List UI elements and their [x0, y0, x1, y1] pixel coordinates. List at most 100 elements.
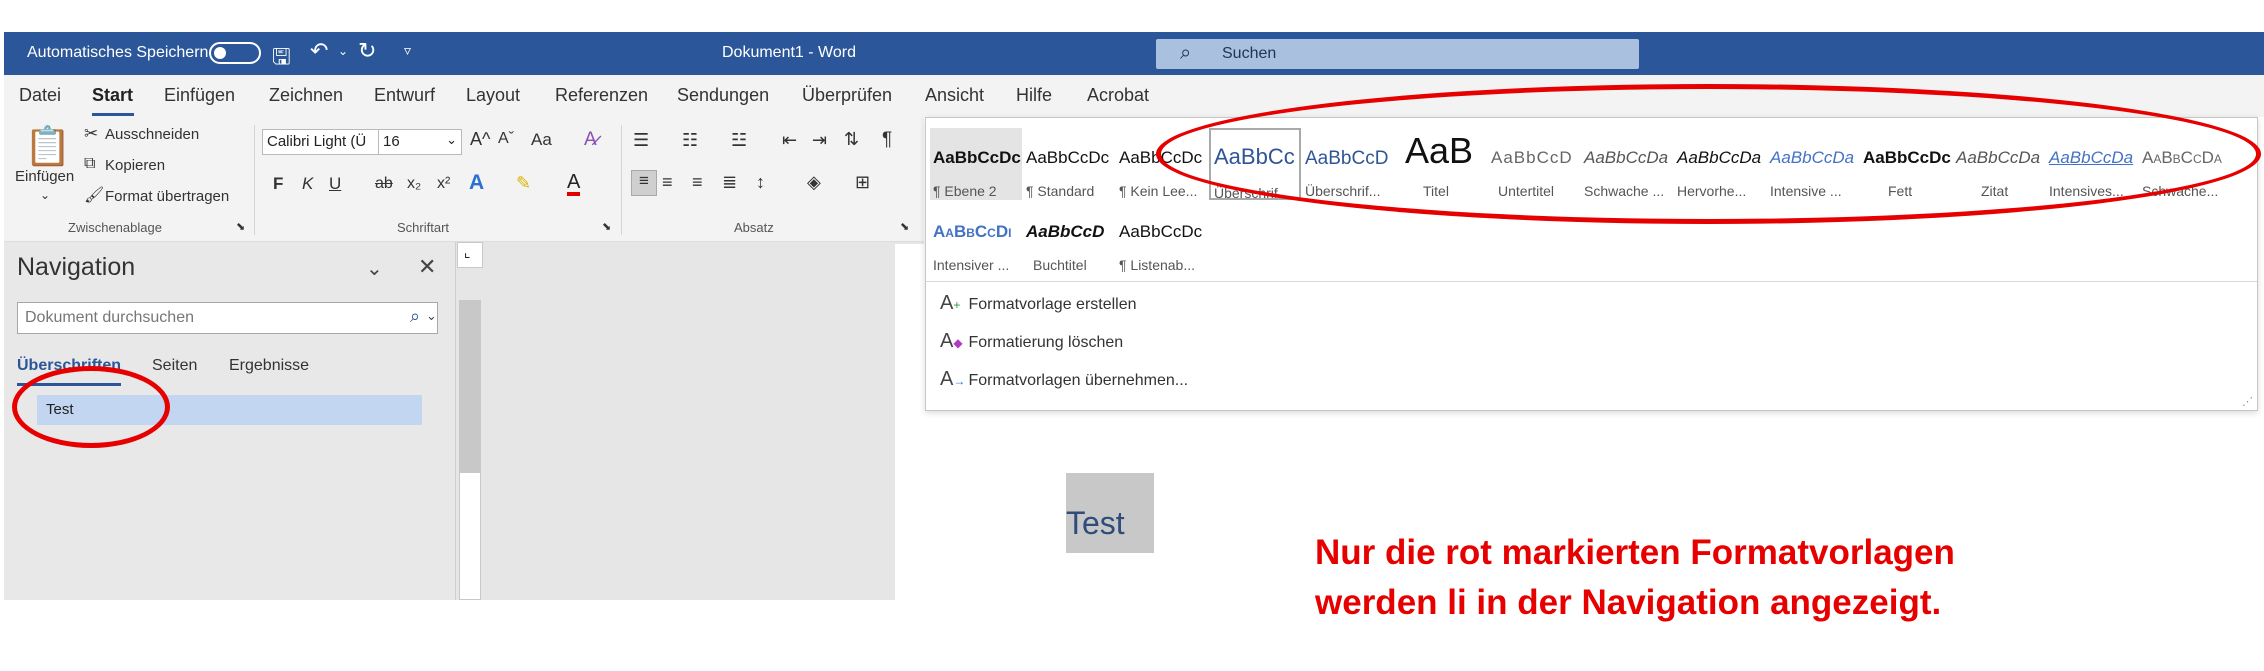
strikethrough-button[interactable]: ab [375, 175, 393, 193]
tab-start[interactable]: Start [92, 85, 133, 106]
navigation-title: Navigation [17, 253, 136, 281]
undo-icon[interactable]: ↶ [310, 38, 328, 64]
align-left-icon[interactable]: ≡ [631, 170, 657, 196]
style-name: ¶ Ebene 2 [933, 183, 997, 199]
highlight-button[interactable]: ✎ [516, 173, 531, 194]
active-tab-indicator [92, 113, 134, 116]
paragraph-group-label: Absatz [734, 220, 774, 235]
shrink-font-button[interactable]: Aˇ [498, 130, 514, 148]
annotation-oval-navigation [12, 366, 170, 448]
search-icon: ⌕ [1180, 42, 1192, 64]
numbering-icon[interactable]: ☷ [682, 130, 698, 151]
apply-styles-command[interactable]: A→ Formatvorlagen übernehmen... [940, 368, 1188, 391]
align-center-icon[interactable]: ≡ [662, 172, 673, 193]
tab-referenzen[interactable]: Referenzen [555, 85, 648, 106]
tab-sendungen[interactable]: Sendungen [677, 85, 769, 106]
change-case-button[interactable]: Aa [531, 130, 552, 150]
borders-icon[interactable]: ⊞ [855, 172, 870, 193]
navigation-search-input[interactable]: Dokument durchsuchen ⌕ ⌄ [17, 302, 438, 334]
annotation-oval-styles [1156, 84, 2261, 224]
style-name: ¶ Standard [1026, 183, 1095, 199]
scissors-icon[interactable]: ✂ [84, 124, 98, 144]
paragraph-launcher-icon[interactable]: ⬊ [900, 220, 909, 233]
format-painter-icon[interactable]: 🖌 [84, 185, 104, 205]
decrease-indent-icon[interactable]: ⇤ [782, 130, 797, 151]
document-heading-text: Test [1066, 505, 1125, 541]
font-name-value: Calibri Light (Ü [267, 133, 367, 150]
autosave-toggle[interactable] [209, 42, 261, 64]
subscript-button[interactable]: x₂ [407, 175, 421, 193]
tab-selector[interactable]: ⌞ [457, 242, 483, 268]
paste-button[interactable]: Einfügen [15, 168, 74, 185]
font-group-label: Schriftart [397, 220, 450, 235]
text-effects-button[interactable]: A [469, 171, 484, 195]
clear-formatting-label: Formatierung löschen [968, 334, 1124, 351]
close-icon[interactable]: ✕ [418, 254, 436, 280]
bold-button[interactable]: F [273, 174, 283, 194]
document-heading[interactable]: Test [1066, 473, 1154, 553]
align-right-icon[interactable]: ≡ [692, 172, 703, 193]
save-icon[interactable]: 🖫 [272, 40, 291, 78]
sort-icon[interactable]: ⇅ [844, 129, 859, 150]
title-bar: Automatisches Speichern 🖫 ↶ ⌄ ↻ ▿ Dokume… [4, 32, 2264, 75]
nav-tab-results[interactable]: Ergebnisse [229, 357, 309, 375]
copy-icon[interactable]: ⧉ [84, 155, 95, 173]
style-buchtitel[interactable]: AaBbCcD Buchtitel [1023, 202, 1115, 274]
clipboard-icon[interactable]: 📋 [24, 125, 71, 169]
tab-entwurf[interactable]: Entwurf [374, 85, 435, 106]
cut-button[interactable]: Ausschneiden [105, 126, 199, 143]
style-name: Intensiver ... [933, 257, 1010, 273]
search-box[interactable]: ⌕ Suchen [1156, 39, 1639, 69]
copy-button[interactable]: Kopieren [105, 157, 165, 174]
create-style-command[interactable]: A+ Formatvorlage erstellen [940, 292, 1137, 315]
tab-ansicht[interactable]: Ansicht [925, 85, 984, 106]
chevron-down-icon[interactable]: ⌄ [426, 308, 437, 324]
clear-formatting-command[interactable]: A◆ Formatierung löschen [940, 330, 1123, 353]
clear-formatting-icon[interactable]: A̷ [584, 129, 597, 151]
undo-dropdown-icon[interactable]: ⌄ [338, 44, 348, 58]
bullets-icon[interactable]: ☰ [633, 130, 649, 151]
underline-button[interactable]: U [329, 174, 341, 194]
gallery-divider [926, 281, 2257, 282]
paste-dropdown-icon[interactable]: ⌄ [40, 188, 50, 202]
tab-hilfe[interactable]: Hilfe [1016, 85, 1052, 106]
annotation-line-1: Nur die rot markierten Formatvorlagen [1315, 533, 1955, 572]
tab-layout[interactable]: Layout [466, 85, 520, 106]
search-icon[interactable]: ⌕ [410, 306, 420, 327]
vertical-ruler[interactable] [459, 300, 481, 600]
customize-toolbar-icon[interactable]: ▿ [404, 42, 411, 59]
line-spacing-icon[interactable]: ↕ [756, 172, 765, 193]
show-formatting-button[interactable]: ¶ [882, 129, 892, 151]
style-ebene-2[interactable]: AaBbCcDc ¶ Ebene 2 [930, 128, 1022, 200]
clipboard-launcher-icon[interactable]: ⬊ [236, 220, 245, 233]
shading-icon[interactable]: ◈ [807, 172, 821, 193]
tab-acrobat[interactable]: Acrobat [1087, 85, 1149, 106]
font-name-select[interactable]: Calibri Light (Ü [262, 129, 380, 155]
increase-indent-icon[interactable]: ⇥ [812, 130, 827, 151]
style-preview: AaBbCcDc [1026, 148, 1110, 167]
font-size-select[interactable]: 16 ⌄ [378, 129, 462, 155]
ribbon: 📋 Einfügen ⌄ ✂ Ausschneiden ⧉ Kopieren 🖌… [4, 117, 924, 242]
font-launcher-icon[interactable]: ⬊ [602, 220, 611, 233]
create-style-label: Formatvorlage erstellen [968, 296, 1137, 313]
redo-icon[interactable]: ↻ [358, 38, 376, 64]
resize-grip-icon[interactable]: ⋰ [2242, 395, 2253, 408]
tab-einfuegen[interactable]: Einfügen [164, 85, 235, 106]
format-painter-button[interactable]: Format übertragen [105, 188, 229, 205]
tab-zeichnen[interactable]: Zeichnen [269, 85, 343, 106]
group-separator [621, 125, 622, 235]
multilevel-list-icon[interactable]: ☳ [731, 130, 747, 151]
chevron-down-icon[interactable]: ⌄ [366, 256, 383, 281]
italic-button[interactable]: K [302, 174, 313, 194]
grow-font-button[interactable]: A^ [470, 129, 490, 150]
font-color-button[interactable]: A [567, 172, 581, 196]
tab-ueberpruefen[interactable]: Überprüfen [802, 85, 892, 106]
superscript-button[interactable]: x² [437, 175, 450, 193]
style-standard[interactable]: AaBbCcDc ¶ Standard [1023, 128, 1115, 200]
style-listenabsatz[interactable]: AaBbCcDc ¶ Listenab... [1116, 202, 1208, 274]
tab-datei[interactable]: Datei [19, 85, 61, 106]
document-title: Dokument1 - Word [722, 44, 856, 61]
nav-tab-pages[interactable]: Seiten [152, 357, 197, 375]
justify-icon[interactable]: ≣ [722, 172, 737, 193]
style-intensiver-verweis[interactable]: AaBbCcDı Intensiver ... [930, 202, 1022, 274]
